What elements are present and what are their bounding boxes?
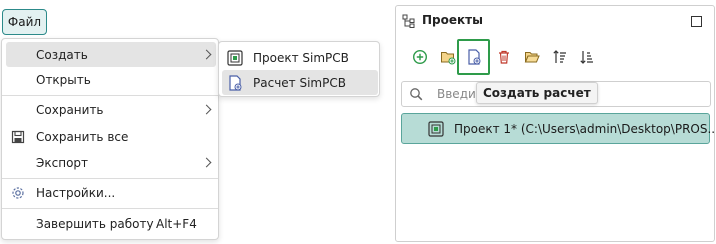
add-icon [412, 49, 428, 65]
new-calculation-button[interactable] [457, 39, 490, 75]
pcb-project-icon [428, 121, 444, 137]
chevron-right-icon [201, 157, 212, 168]
menu-item-label: Создать [36, 47, 88, 62]
menu-item-label: Открыть [36, 72, 91, 87]
submenu-item-simpcb-project[interactable]: Проект SimPCB [222, 45, 378, 70]
sort-ascending-icon [553, 50, 566, 63]
menu-separator [2, 208, 218, 209]
new-folder-icon [441, 52, 456, 65]
open-folder-icon [524, 52, 540, 63]
save-all-icon [10, 129, 26, 145]
chevron-right-icon [201, 104, 212, 115]
menu-item-open[interactable]: Открыть [6, 67, 216, 92]
menu-item-label: Экспорт [36, 155, 89, 170]
submenu-item-label: Расчет SimPCB [253, 75, 346, 90]
file-menu-button[interactable]: Файл [2, 9, 47, 35]
menu-item-save-all[interactable]: Сохранить все [6, 124, 216, 149]
new-calculation-icon [467, 49, 480, 65]
delete-button[interactable] [492, 45, 516, 69]
projects-panel: Проекты Введите а Проект 1* (C:\Users\ad… [395, 5, 716, 242]
create-submenu: Проект SimPCB Расчет SimPCB [218, 41, 380, 97]
menu-item-export[interactable]: Экспорт [6, 150, 216, 175]
tooltip: Создать расчет [476, 82, 598, 104]
project-tree-item[interactable]: Проект 1* (C:\Users\admin\Desktop\PROS..… [401, 113, 716, 144]
menu-item-exit[interactable]: Завершить работу Alt+F4 [6, 211, 216, 236]
menu-item-create[interactable]: Создать [6, 42, 216, 67]
sort-descending-icon [580, 51, 593, 64]
chevron-right-icon [201, 49, 212, 60]
tree-icon [402, 14, 416, 28]
pcb-project-icon [227, 49, 243, 66]
menu-item-label: Сохранить [36, 102, 104, 117]
submenu-item-simpcb-calculation[interactable]: Расчет SimPCB [222, 70, 378, 95]
project-item-label: Проект 1* (C:\Users\admin\Desktop\PROS..… [454, 122, 716, 136]
file-menu: Создать Открыть Сохранить Сохранить все … [1, 38, 219, 240]
delete-icon [499, 50, 509, 64]
menu-item-label: Сохранить все [36, 129, 129, 144]
menu-separator [2, 178, 218, 179]
menu-item-settings[interactable]: Настройки... [6, 180, 216, 205]
calculation-file-icon [227, 74, 243, 91]
add-button[interactable] [408, 45, 432, 69]
menu-item-save[interactable]: Сохранить [6, 97, 216, 122]
panel-title: Проекты [422, 13, 483, 27]
maximize-icon[interactable] [691, 16, 702, 27]
open-folder-button[interactable] [520, 45, 544, 69]
submenu-item-label: Проект SimPCB [253, 50, 349, 65]
menu-separator [2, 95, 218, 96]
shortcut-label: Alt+F4 [156, 216, 197, 231]
sort-ascending-button[interactable] [548, 45, 572, 69]
menu-item-label: Настройки... [36, 185, 116, 200]
settings-gear-icon [10, 185, 26, 201]
sort-descending-button[interactable] [575, 45, 599, 69]
menu-item-label: Завершить работу [36, 216, 154, 231]
search-icon [409, 87, 423, 101]
